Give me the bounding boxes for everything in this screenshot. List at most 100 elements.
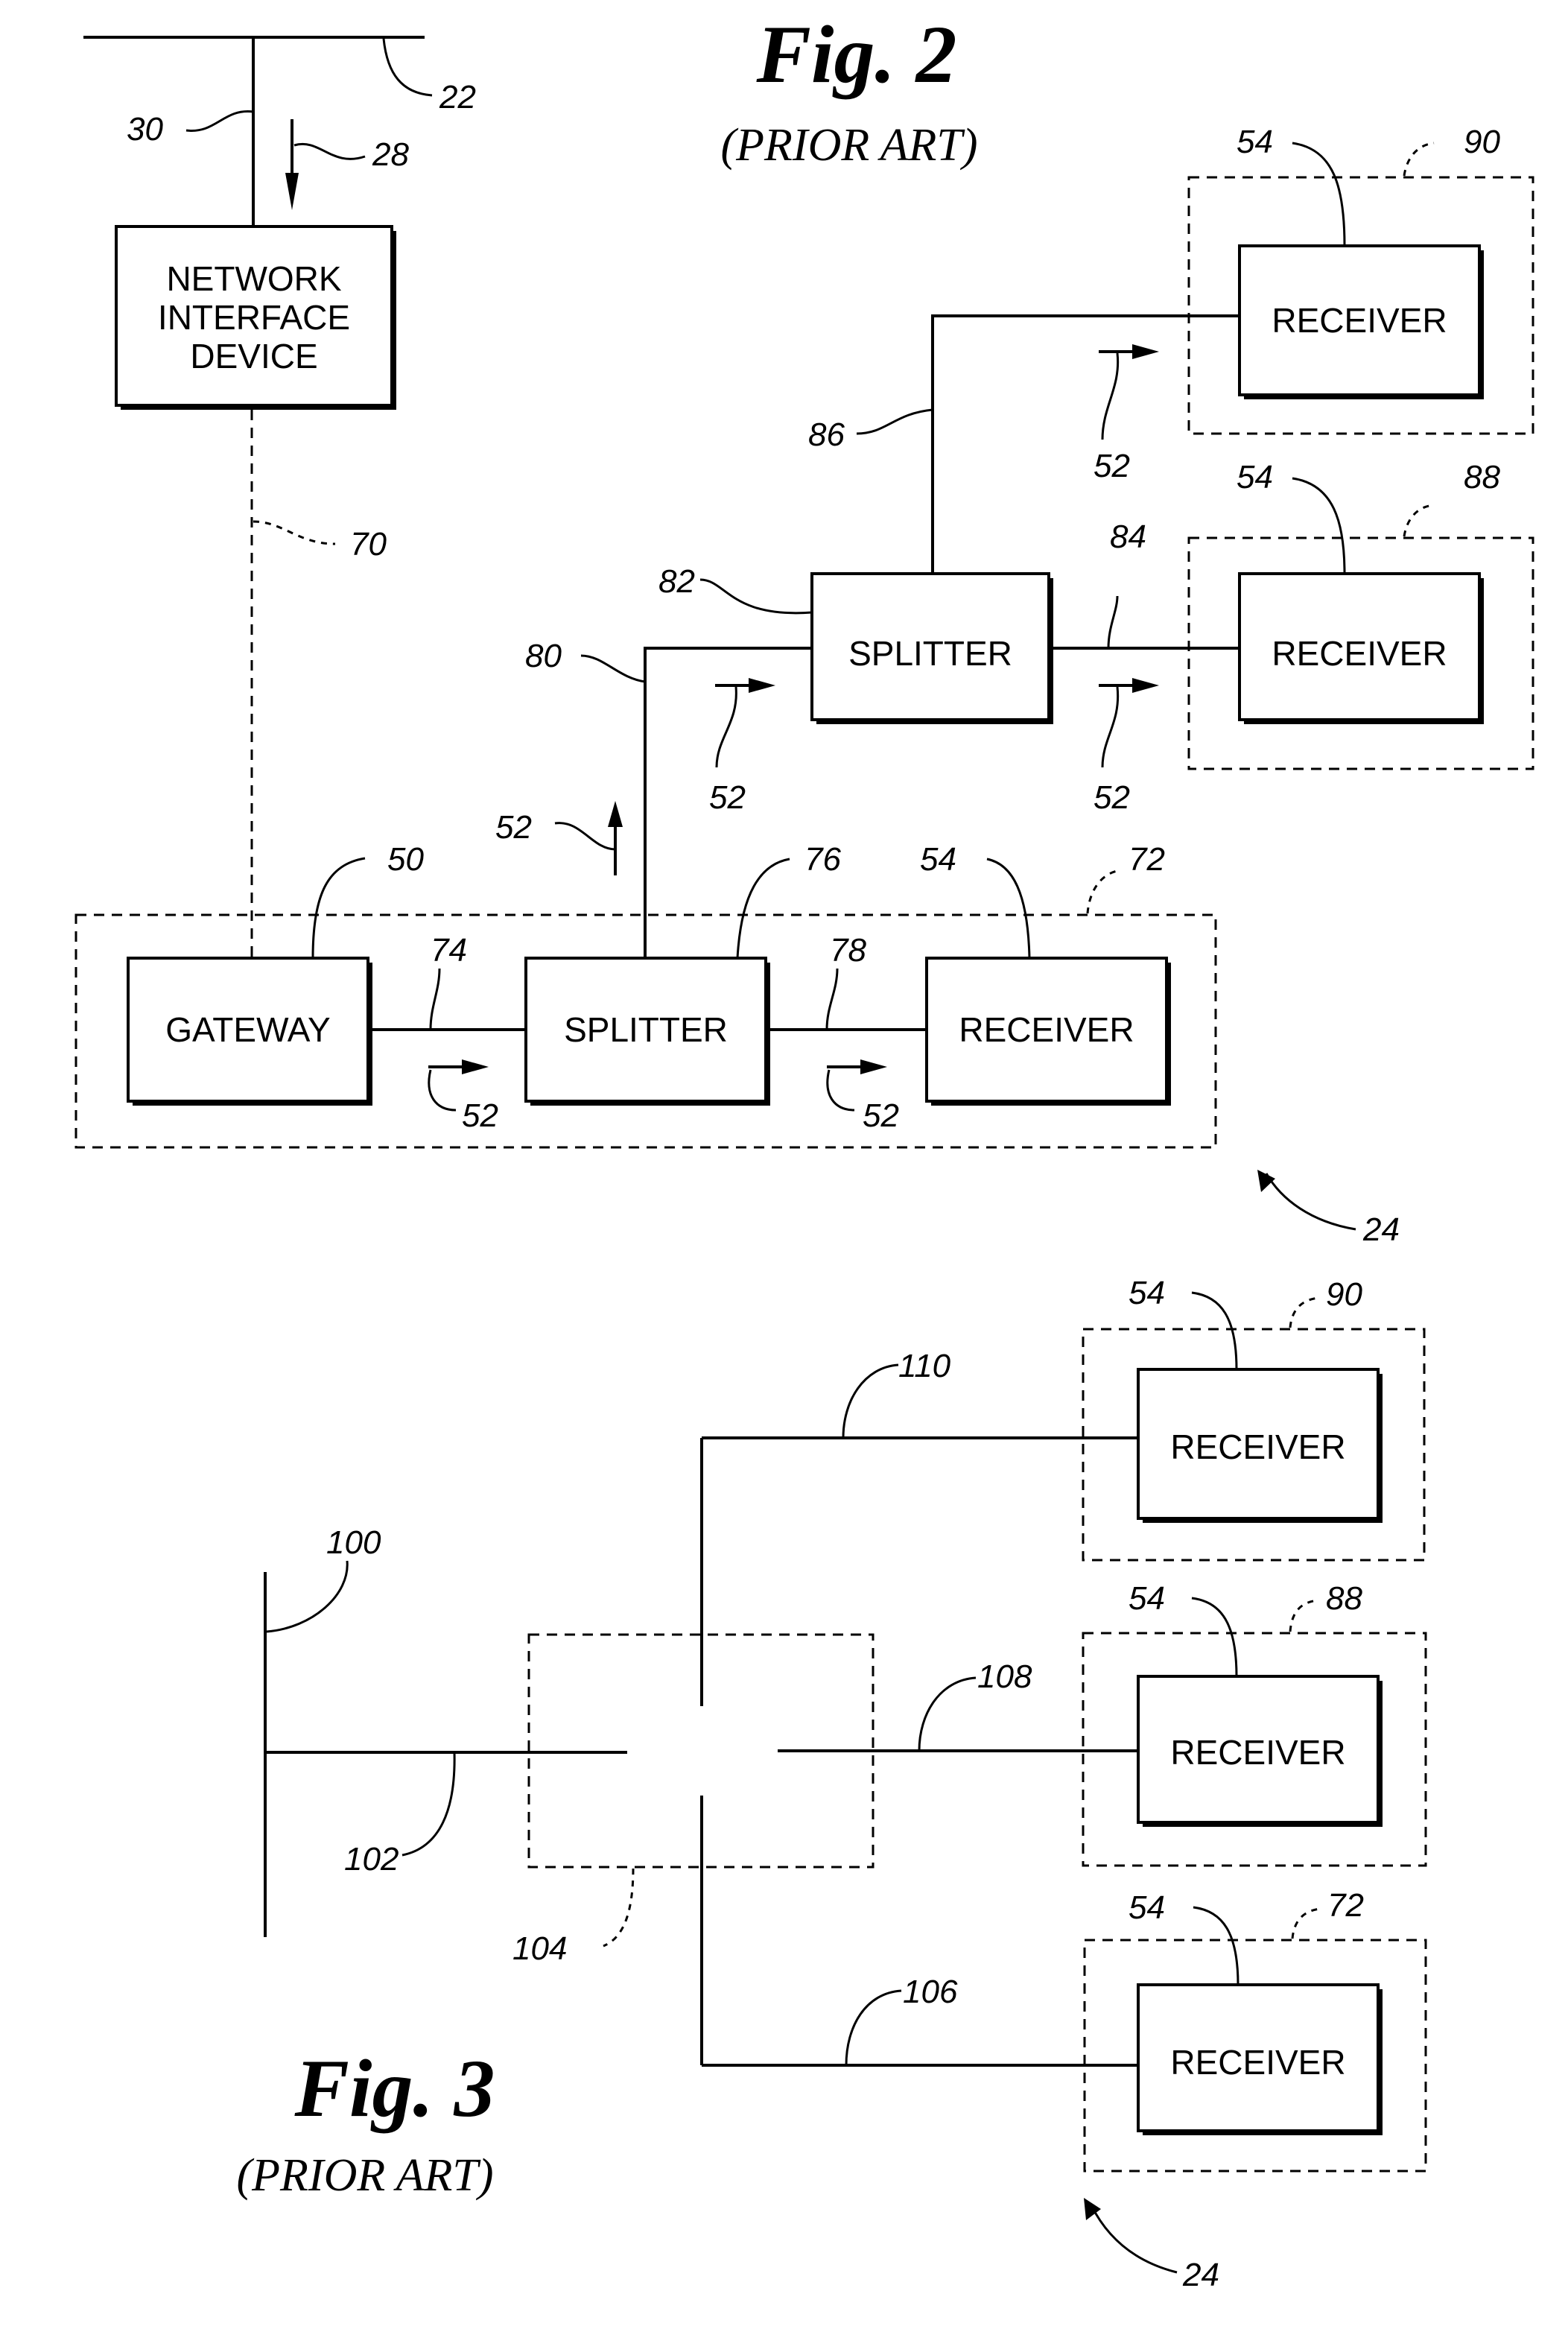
ref-86: 86 (808, 416, 845, 453)
receiver-mid-fig3-label: RECEIVER (1170, 1733, 1345, 1772)
leader-52-up (554, 822, 616, 851)
receiver-main-label: RECEIVER (959, 1010, 1134, 1049)
ref-90: 90 (1464, 124, 1500, 160)
ref-54-bot-fig3: 54 (1129, 1889, 1165, 1926)
patent-drawing-sheet: Fig. 2 (PRIOR ART) 22 30 28 NETWORK INTE… (74, 9, 1534, 2293)
leader-24-fig3 (1090, 2205, 1178, 2274)
leader-28 (293, 142, 366, 160)
leader-52e (1101, 352, 1120, 440)
leader-90 (1403, 142, 1435, 177)
leader-82 (699, 578, 813, 615)
splitter-upper-label: SPLITTER (848, 634, 1012, 673)
ref-100: 100 (326, 1524, 381, 1561)
splitter-main-label: SPLITTER (564, 1010, 728, 1049)
leader-54-top-fig3 (1191, 1291, 1238, 1370)
leader-52d (1101, 686, 1120, 768)
ref-108: 108 (977, 1658, 1032, 1695)
leader-88 (1403, 504, 1435, 537)
leader-54-top (1292, 142, 1346, 247)
receiver-top-fig3-label: RECEIVER (1170, 1427, 1345, 1466)
leader-70 (253, 520, 336, 545)
leader-52c (715, 686, 737, 768)
ref-76: 76 (804, 841, 841, 878)
leader-100 (266, 1560, 349, 1633)
leader-76 (736, 858, 790, 959)
receiver-bot-fig3-label: RECEIVER (1170, 2043, 1345, 2082)
leader-22 (382, 38, 433, 97)
arrow-right-icon (860, 1059, 887, 1074)
ref-54-main: 54 (920, 841, 956, 878)
receiver-mid-label: RECEIVER (1272, 634, 1447, 673)
figure-2: Fig. 2 (PRIOR ART) 22 30 28 NETWORK INTE… (74, 9, 1534, 1248)
ref-30: 30 (127, 111, 163, 148)
ref-74: 74 (431, 932, 467, 969)
ref-52e: 52 (1094, 448, 1130, 484)
leader-90-fig3 (1289, 1296, 1319, 1328)
ref-70: 70 (350, 526, 387, 563)
leader-74 (429, 968, 441, 1030)
ref-50: 50 (387, 841, 424, 878)
ref-106: 106 (903, 1974, 958, 2010)
ref-28: 28 (372, 136, 409, 173)
arrow-right-icon (462, 1059, 489, 1074)
ref-78: 78 (830, 932, 866, 969)
coax-86 (931, 314, 1240, 574)
leader-102 (401, 1752, 456, 1857)
ref-54-top-fig3: 54 (1129, 1275, 1165, 1311)
leader-108 (918, 1676, 977, 1752)
arrow-right-icon (1132, 678, 1159, 693)
fig2-subtitle: (PRIOR ART) (721, 120, 978, 171)
arrow-up-icon (608, 801, 623, 827)
ref-88: 88 (1464, 459, 1500, 495)
ref-54-mid: 54 (1237, 459, 1273, 495)
ref-72: 72 (1129, 841, 1165, 878)
figure-3: Fig. 3 (PRIOR ART) 100 102 104 110 108 1… (237, 1275, 1427, 2293)
ref-24-fig3: 24 (1182, 2257, 1219, 2293)
leader-72-fig3 (1291, 1907, 1321, 1939)
leader-80 (580, 654, 646, 683)
ref-82: 82 (658, 563, 695, 600)
ref-24-fig2: 24 (1362, 1211, 1400, 1248)
arrow-down-icon (285, 173, 299, 210)
leader-52a (428, 1069, 457, 1112)
arrow-pointer-icon (1257, 1170, 1275, 1192)
ref-52a: 52 (462, 1097, 498, 1134)
ref-80: 80 (525, 638, 562, 674)
ref-52b: 52 (863, 1097, 899, 1134)
ref-52-up: 52 (495, 809, 532, 846)
leader-104 (603, 1868, 635, 1948)
arrow-right-icon (1132, 344, 1159, 359)
leader-50 (311, 857, 366, 959)
ref-102: 102 (344, 1841, 399, 1877)
leader-24-fig2 (1265, 1173, 1356, 1231)
leader-54-bot-fig3 (1193, 1906, 1240, 1986)
leader-84 (1107, 595, 1119, 649)
leader-54-mid-fig3 (1191, 1597, 1238, 1677)
leader-110 (842, 1363, 899, 1439)
ref-84: 84 (1110, 519, 1146, 555)
leader-54-main (986, 858, 1031, 959)
nid-label-line2: INTERFACE (158, 298, 350, 337)
nid-label-line1: NETWORK (166, 259, 341, 298)
leader-88-fig3 (1289, 1599, 1319, 1632)
fig2-title: Fig. 2 (756, 9, 957, 100)
fig3-title: Fig. 3 (294, 2043, 495, 2134)
fig3-subtitle: (PRIOR ART) (237, 2150, 494, 2201)
receiver-top-label: RECEIVER (1272, 301, 1447, 340)
leader-72 (1086, 869, 1122, 914)
ref-52d: 52 (1094, 779, 1130, 816)
arrow-right-icon (749, 678, 775, 693)
ref-90-fig3: 90 (1326, 1276, 1362, 1313)
ref-54-top: 54 (1237, 124, 1273, 160)
leader-54-mid (1292, 477, 1346, 574)
leader-78 (825, 968, 839, 1030)
gateway-label: GATEWAY (165, 1010, 331, 1049)
ref-72-fig3: 72 (1327, 1887, 1364, 1924)
leader-86 (856, 408, 933, 435)
ref-22: 22 (439, 79, 476, 115)
ref-54-mid-fig3: 54 (1129, 1580, 1165, 1617)
ref-88-fig3: 88 (1326, 1580, 1362, 1617)
ref-52c: 52 (709, 779, 746, 816)
nid-label-line3: DEVICE (190, 337, 317, 375)
leader-30 (185, 110, 254, 132)
